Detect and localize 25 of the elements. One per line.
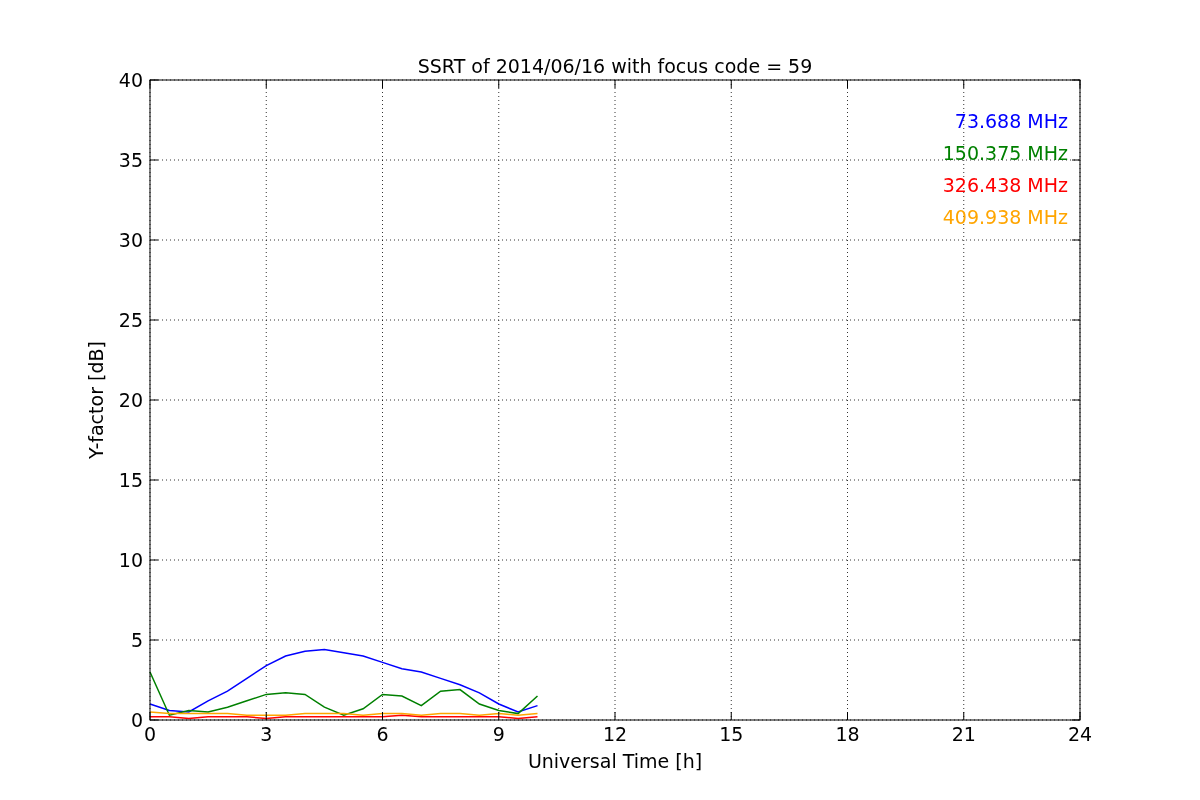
- tick-label: 40: [118, 69, 143, 91]
- tick-label: 10: [118, 549, 143, 571]
- legend-label: 150.375 MHz: [942, 142, 1068, 164]
- tick-label: 25: [118, 309, 143, 331]
- legend-label: 73.688 MHz: [954, 110, 1068, 132]
- legend-label: 409.938 MHz: [942, 206, 1068, 228]
- tick-label: 30: [118, 229, 143, 251]
- tick-label: 35: [118, 149, 143, 171]
- axis-label: Universal Time [h]: [527, 750, 703, 772]
- tick-label: 15: [719, 723, 744, 745]
- tick-label: 5: [130, 629, 143, 651]
- axis-label: Y-factor [dB]: [85, 341, 107, 459]
- tick-label: 0: [130, 709, 143, 731]
- tick-label: 20: [118, 389, 143, 411]
- tick-label: 15: [118, 469, 143, 491]
- tick-label: 24: [1067, 723, 1093, 745]
- tick-label: 21: [951, 723, 976, 745]
- tick-label: 18: [835, 723, 860, 745]
- tick-label: 0: [143, 723, 157, 745]
- tick-label: 6: [376, 723, 389, 745]
- tick-label: 12: [602, 723, 628, 745]
- tick-label: 3: [260, 723, 273, 745]
- tick-label: 9: [492, 723, 505, 745]
- legend-label: 326.438 MHz: [942, 174, 1068, 196]
- chart-title: SSRT of 2014/06/16 with focus code = 59: [417, 55, 813, 77]
